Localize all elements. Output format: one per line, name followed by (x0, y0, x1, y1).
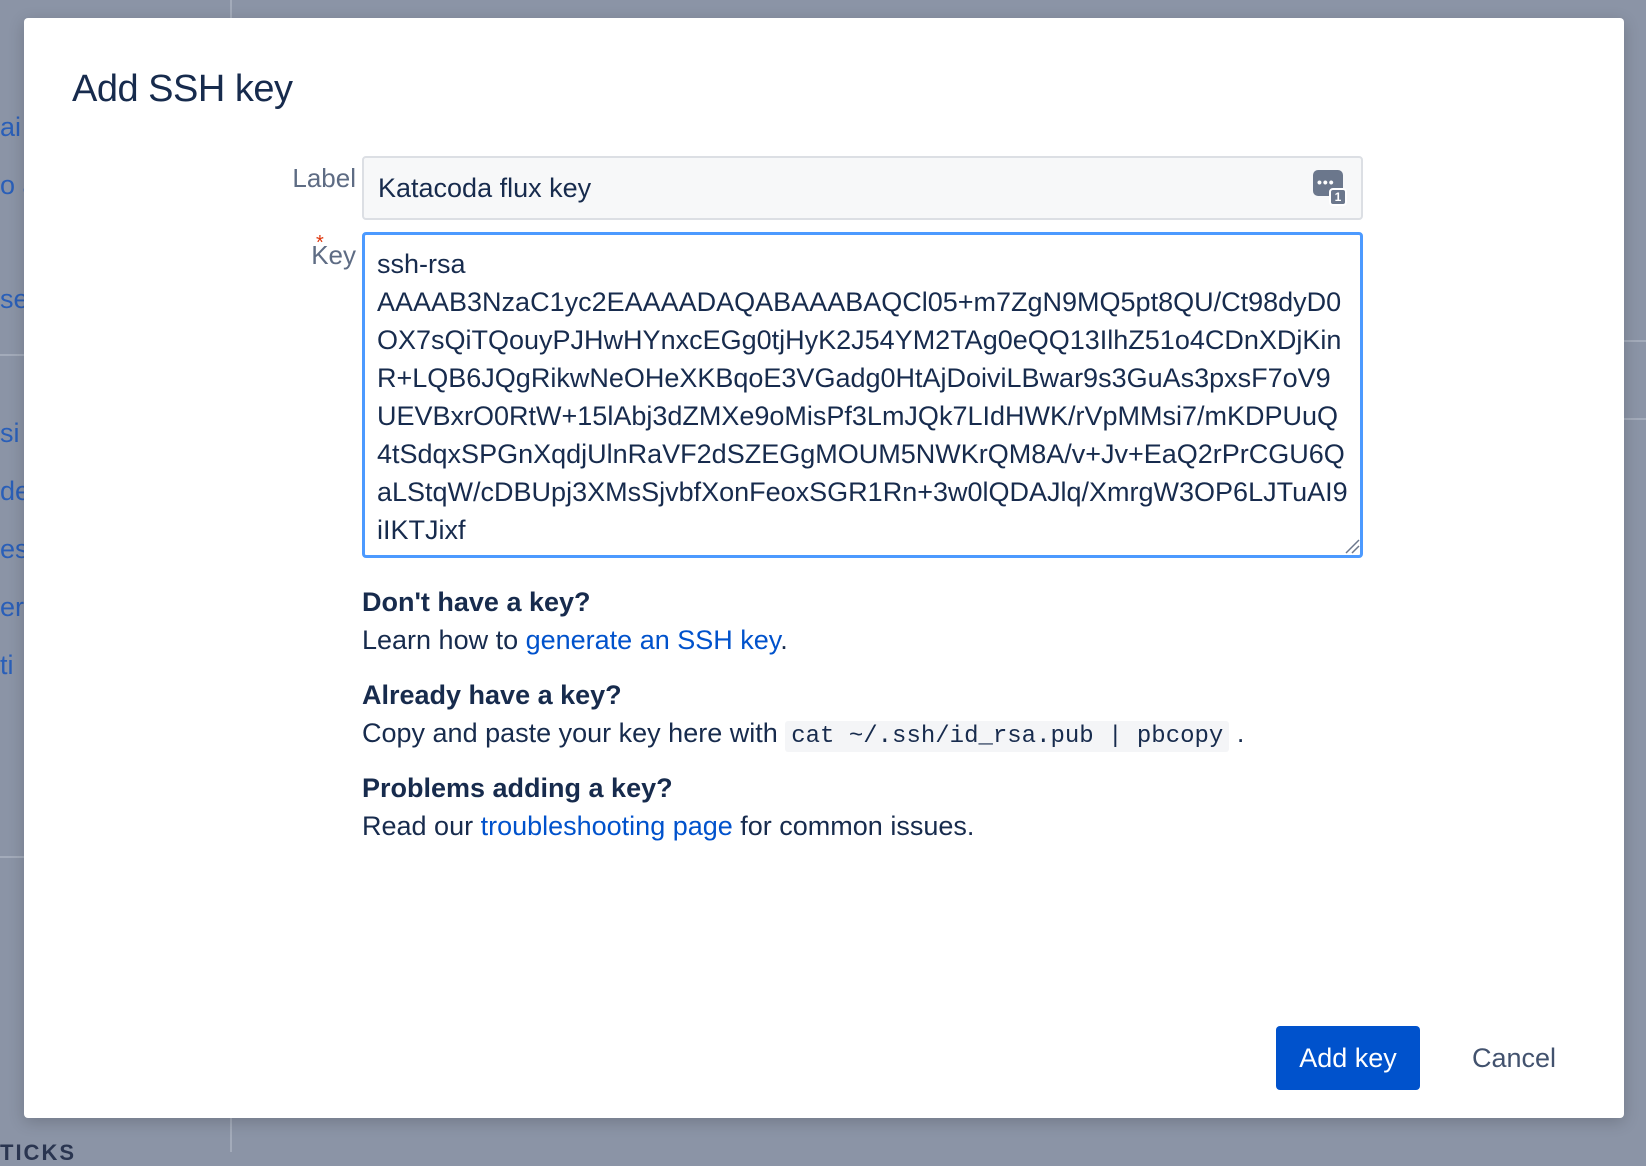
help-no-key: Don't have a key? Learn how to generate … (362, 584, 788, 660)
resize-handle-icon[interactable] (1344, 538, 1360, 554)
generate-ssh-key-link[interactable]: generate an SSH key (526, 625, 781, 655)
background-text: se (0, 284, 26, 314)
password-manager-icon[interactable]: ••• 1 (1313, 170, 1347, 206)
background-divider (0, 354, 26, 356)
background-text: ti (0, 650, 14, 680)
help-heading: Problems adding a key? (362, 773, 673, 803)
background-text: es (0, 534, 26, 564)
add-key-button[interactable]: Add key (1276, 1026, 1420, 1090)
help-problems: Problems adding a key? Read our troubles… (362, 770, 974, 846)
background-divider (1622, 418, 1646, 420)
background-divider (0, 856, 26, 858)
background-divider (230, 0, 232, 20)
help-text: Read our troubleshooting page for common… (362, 811, 975, 841)
background-text: TICKS (0, 1140, 76, 1165)
key-textarea[interactable] (362, 232, 1363, 558)
copy-command-code: cat ~/.ssh/id_rsa.pub | pbcopy (785, 721, 1230, 752)
help-text: Copy and paste your key here with cat ~/… (362, 718, 1245, 752)
add-ssh-key-dialog: Add SSH key Label Katacoda flux key ••• … (24, 18, 1624, 1118)
label-field-label: Label (292, 163, 356, 193)
background-text: o a (0, 170, 26, 200)
help-heading: Already have a key? (362, 680, 622, 710)
label-input[interactable]: Katacoda flux key ••• 1 (362, 156, 1363, 220)
background-text: ai (0, 112, 22, 142)
background-text: de (0, 476, 26, 506)
password-manager-badge: 1 (1329, 188, 1347, 206)
help-heading: Don't have a key? (362, 587, 591, 617)
dialog-title: Add SSH key (72, 68, 293, 110)
label-input-value: Katacoda flux key (378, 172, 592, 203)
background-divider (230, 1118, 232, 1152)
background-divider (1622, 340, 1646, 342)
cancel-button[interactable]: Cancel (1442, 1026, 1586, 1090)
troubleshooting-link[interactable]: troubleshooting page (481, 811, 733, 841)
background-text: si (0, 418, 20, 448)
help-have-key: Already have a key? Copy and paste your … (362, 677, 1244, 757)
required-marker: * (316, 232, 324, 254)
background-text: er (0, 592, 25, 622)
help-text: Learn how to generate an SSH key. (362, 625, 788, 655)
